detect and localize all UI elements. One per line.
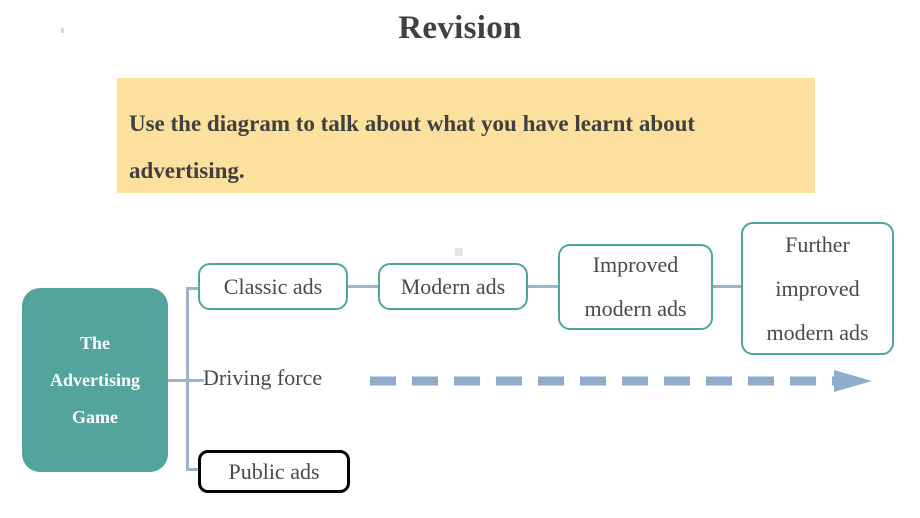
node-public-ads: Public ads	[198, 450, 350, 493]
diagram-root-node: The Advertising Game	[22, 288, 168, 472]
connector-classic-to-modern	[346, 285, 380, 288]
driving-force-label: Driving force	[203, 365, 323, 390]
connector-branch-middle	[188, 379, 204, 382]
instruction-banner: Use the diagram to talk about what you h…	[117, 78, 815, 193]
slide-canvas: Revision Use the diagram to talk about w…	[0, 0, 920, 518]
node-modern-ads: Modern ads	[378, 263, 528, 310]
page-title: Revision	[398, 10, 522, 46]
node-improved-modern-ads: Improved modern ads	[558, 244, 713, 330]
artifact-square	[455, 248, 463, 256]
instruction-text: Use the diagram to talk about what you h…	[129, 111, 701, 183]
artifact-mark	[61, 28, 64, 33]
node-classic-ads: Classic ads	[198, 263, 348, 310]
diagram-root-node-label: The Advertising Game	[50, 332, 140, 427]
connector-modern-to-improved	[526, 285, 560, 288]
node-further-improved-modern-ads: Further improved modern ads	[741, 222, 894, 355]
driving-force-arrow-icon	[370, 370, 872, 392]
connector-improved-to-further	[711, 285, 742, 288]
connector-root-stub	[168, 379, 188, 382]
